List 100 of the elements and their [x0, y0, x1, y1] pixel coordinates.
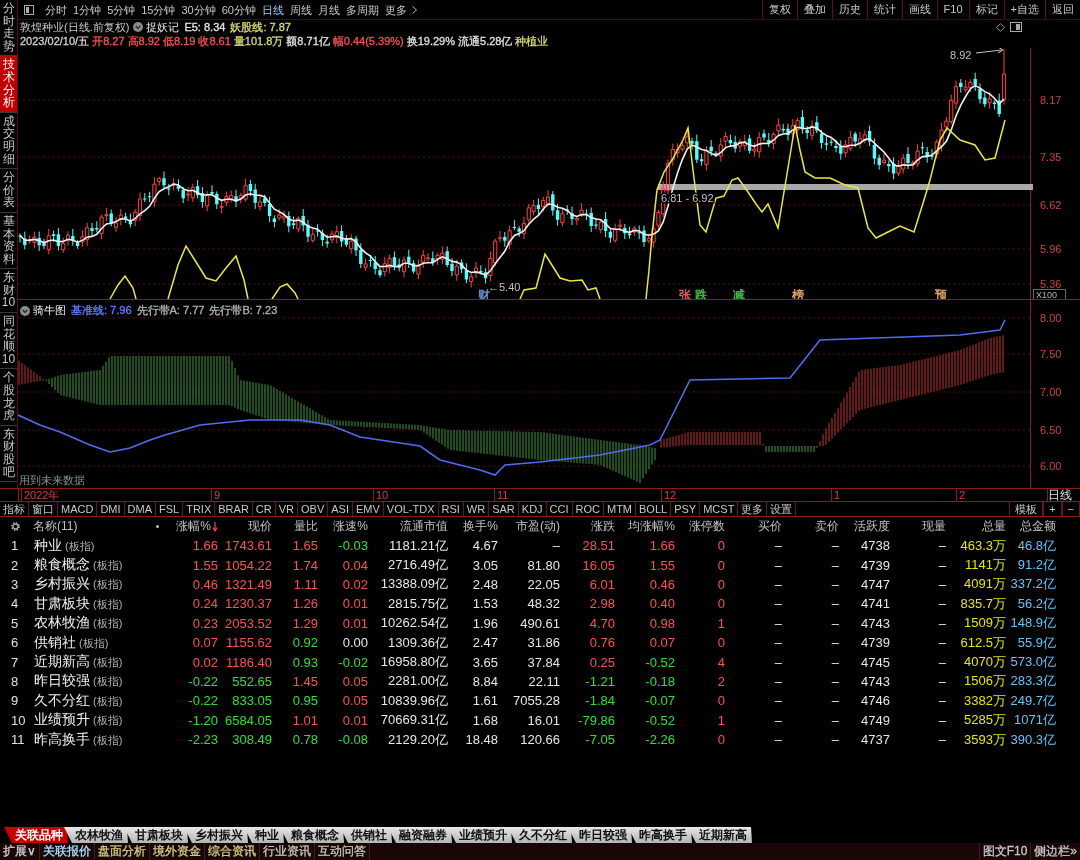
toolbar-button[interactable]: F10 [936, 0, 969, 19]
pane-button[interactable]: + [1043, 502, 1062, 516]
indicator-tab[interactable]: DMI [97, 502, 125, 516]
window-icon[interactable] [24, 4, 34, 15]
column-header[interactable]: 流通市值 [372, 518, 452, 535]
related-tab[interactable]: 农林牧渔 [64, 827, 128, 843]
column-header[interactable]: 涨停数 [679, 518, 729, 535]
related-tab[interactable]: 供销社 [340, 827, 392, 843]
indicator-tab[interactable]: FSL [156, 502, 184, 516]
sector-name[interactable]: 昨高换手 [34, 730, 90, 749]
side-tab[interactable]: 同花顺10 [0, 313, 17, 370]
column-header[interactable]: 涨幅% [165, 518, 222, 535]
column-header[interactable]: 现价 [222, 518, 276, 535]
sector-name[interactable]: 种业 [34, 536, 62, 555]
period-tab[interactable]: 5分钟 [104, 0, 139, 19]
indicator-tab[interactable]: MCST [700, 502, 739, 516]
side-tab[interactable]: 分价表 [0, 169, 17, 213]
indicator-tab[interactable]: 更多 [738, 502, 768, 516]
indicator-tab[interactable]: CR [252, 502, 276, 516]
related-tab[interactable]: 粮食概念 [280, 827, 344, 843]
pane-button[interactable]: − [1061, 502, 1080, 516]
diamond-icon[interactable] [996, 22, 1005, 32]
indicator-tab[interactable]: OBV [298, 502, 329, 516]
column-header[interactable]: 名称(11) [30, 518, 150, 535]
indicator-tab[interactable]: RSI [438, 502, 464, 516]
sector-name[interactable]: 昨日较强 [34, 672, 90, 691]
bottom-button[interactable]: 侧边栏» [1030, 843, 1080, 860]
bottom-tab[interactable]: 关联报价 [39, 843, 95, 860]
side-tab[interactable]: 个股龙虎 [0, 369, 17, 426]
pane-button[interactable]: 模板 [1009, 502, 1044, 516]
period-tab[interactable]: 月线 [315, 0, 343, 19]
indicator-tab[interactable]: PSY [671, 502, 701, 516]
bottom-tab[interactable]: 综合资讯 [204, 843, 260, 860]
period-tab[interactable]: 日线 [259, 0, 287, 19]
column-header[interactable]: 卖价 [786, 518, 843, 535]
indicator-tab[interactable]: KDJ [518, 502, 547, 516]
column-header[interactable]: 总金额 [1010, 518, 1060, 535]
column-header[interactable]: 活跃度 [843, 518, 894, 535]
side-tab[interactable]: 技术分析 [0, 56, 17, 113]
period-tab[interactable]: 周线 [287, 0, 315, 19]
side-tab[interactable]: 东财股吧 [0, 425, 17, 483]
indicator-tab[interactable]: SAR [489, 502, 519, 516]
bottom-button[interactable]: 图文F10 [978, 843, 1031, 860]
toolbar-button[interactable]: 叠加 [796, 0, 832, 19]
panel-icon[interactable] [1010, 22, 1022, 32]
indicator-tab[interactable]: 指标 [0, 502, 29, 516]
sector-name[interactable]: 农林牧渔 [34, 614, 90, 633]
sector-name[interactable]: 供销社 [34, 633, 76, 652]
period-tab[interactable]: 更多 [382, 0, 410, 19]
indicator-tab[interactable]: WR [463, 502, 490, 516]
bottom-tab[interactable]: 盘面分析 [94, 843, 150, 860]
sector-name[interactable]: 甘肃板块 [34, 594, 90, 613]
period-tab[interactable]: 30分钟 [178, 0, 219, 19]
indicator-tab[interactable]: DMA [124, 502, 156, 516]
dropdown-icon[interactable] [20, 305, 30, 316]
sector-name[interactable]: 乡村振兴 [34, 575, 90, 594]
toolbar-button[interactable]: 返回 [1045, 0, 1080, 19]
bottom-tab[interactable]: 行业资讯 [259, 843, 315, 860]
indicator-tab[interactable]: BOLL [636, 502, 672, 516]
indicator-tab[interactable]: MACD [58, 502, 98, 516]
side-tab[interactable]: 成交明细 [0, 112, 17, 170]
sector-name[interactable]: 近期新高 [34, 653, 90, 672]
settings-icon[interactable] [9, 521, 21, 532]
related-tab[interactable]: 昨高换手 [628, 827, 692, 843]
column-header[interactable]: 买价 [729, 518, 786, 535]
column-header[interactable]: 涨速% [322, 518, 372, 535]
toolbar-button[interactable]: 复权 [761, 0, 797, 19]
related-tab[interactable]: 种业 [244, 827, 284, 843]
bottom-tab[interactable]: 境外资金 [149, 843, 205, 860]
related-tab[interactable]: 关联品种 [4, 827, 68, 843]
period-tab[interactable]: 分时 [42, 0, 70, 19]
column-header[interactable]: 均涨幅% [619, 518, 679, 535]
toolbar-button[interactable]: 历史 [831, 0, 867, 19]
toolbar-button[interactable]: 画线 [901, 0, 937, 19]
indicator-tab[interactable]: VOL-TDX [383, 502, 439, 516]
column-header[interactable]: 总量 [950, 518, 1010, 535]
period-tab[interactable]: 1分钟 [70, 0, 105, 19]
indicator-tab[interactable]: ASI [328, 502, 353, 516]
indicator-tab[interactable]: BRAR [215, 502, 253, 516]
related-tab[interactable]: 久不分红 [508, 827, 572, 843]
column-header[interactable]: 涨跌 [564, 518, 619, 535]
indicator-tab[interactable]: 窗口 [29, 502, 58, 516]
period-tab[interactable]: 多周期 [343, 0, 382, 19]
toolbar-button[interactable]: 统计 [866, 0, 902, 19]
sector-name[interactable]: 业绩预升 [34, 711, 90, 730]
indicator-tab[interactable]: ROC [572, 502, 604, 516]
related-tab[interactable]: 昨日较强 [568, 827, 632, 843]
toolbar-button[interactable]: 标记 [968, 0, 1004, 19]
column-header[interactable]: 量比 [276, 518, 322, 535]
related-tab[interactable]: 融资融券 [388, 827, 452, 843]
toolbar-button[interactable]: +自选 [1003, 0, 1045, 19]
bottom-tab[interactable]: 扩展∨ [0, 843, 40, 860]
dropdown-icon[interactable] [133, 22, 144, 32]
indicator-tab[interactable]: TRIX [183, 502, 216, 516]
indicator-tab[interactable]: VR [275, 502, 298, 516]
column-header[interactable]: 换手% [452, 518, 502, 535]
indicator-tab[interactable]: 设置 [767, 502, 797, 516]
indicator-tab[interactable]: MTM [604, 502, 637, 516]
sector-name[interactable]: 粮食概念 [34, 556, 90, 575]
related-tab[interactable]: 业绩预升 [448, 827, 512, 843]
